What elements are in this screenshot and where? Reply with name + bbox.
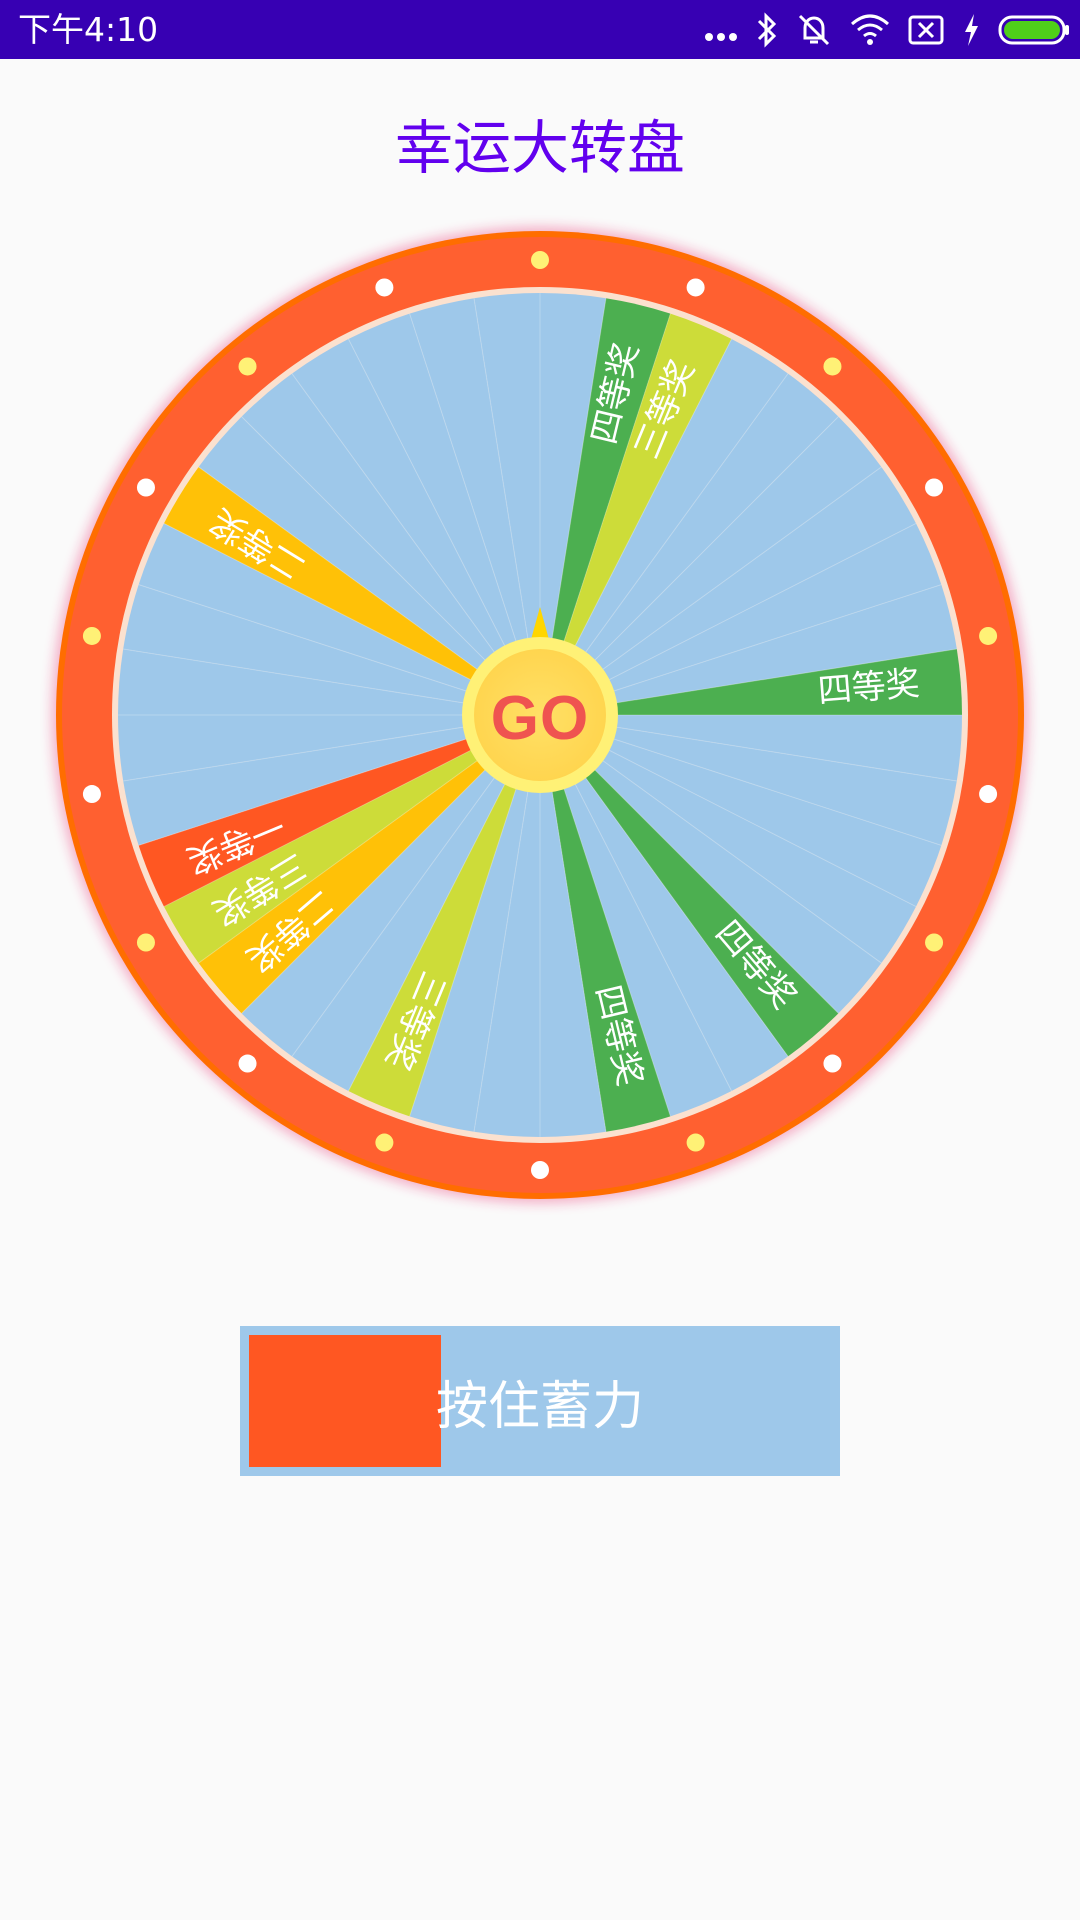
- go-button[interactable]: GO: [463, 638, 617, 792]
- rim-light: [136, 478, 155, 497]
- battery-icon: [998, 15, 1070, 45]
- prize-wheel: 四等奖 三等奖 四等奖 四等奖 四等奖 三等奖 二等奖 三等奖 一等奖 二等奖 GO: [40, 215, 1040, 1215]
- page-title: 幸运大转盘: [394, 114, 685, 182]
- rim-light: [531, 1161, 549, 1179]
- rim-light: [82, 626, 101, 645]
- rim-light: [925, 478, 944, 497]
- rim-light: [375, 278, 394, 297]
- rim-light: [686, 278, 705, 297]
- rim-light: [238, 357, 257, 376]
- prize-label: 四等奖: [816, 664, 921, 712]
- charging-icon: [962, 13, 980, 47]
- status-icons: [704, 6, 1070, 54]
- status-bar: 下午4:10: [0, 0, 1080, 59]
- charge-button-label: 按住蓄力: [435, 1376, 644, 1437]
- rim-light: [979, 785, 998, 804]
- do-not-disturb-icon: [796, 12, 832, 48]
- rim-light: [979, 626, 998, 645]
- more-dots-icon: [704, 13, 738, 47]
- rim-light: [238, 1054, 257, 1073]
- no-sim-icon: [908, 15, 944, 45]
- screen: 下午4:10 幸运大转盘 四等奖 三等奖 四等奖 四等奖 四等奖 三等奖 二等奖…: [0, 0, 1080, 1920]
- rim-light: [925, 933, 944, 952]
- rim-light: [375, 1133, 394, 1152]
- wifi-icon: [850, 14, 890, 46]
- rim-light: [823, 357, 842, 376]
- go-label: GO: [490, 683, 590, 753]
- status-time: 下午4:10: [18, 10, 159, 49]
- rim-light: [823, 1054, 842, 1073]
- rim-light: [136, 933, 155, 952]
- bluetooth-icon: [756, 12, 778, 48]
- rim-light: [686, 1133, 705, 1152]
- rim-light: [531, 251, 549, 269]
- rim-light: [82, 785, 101, 804]
- charge-power-button[interactable]: 按住蓄力: [240, 1326, 840, 1476]
